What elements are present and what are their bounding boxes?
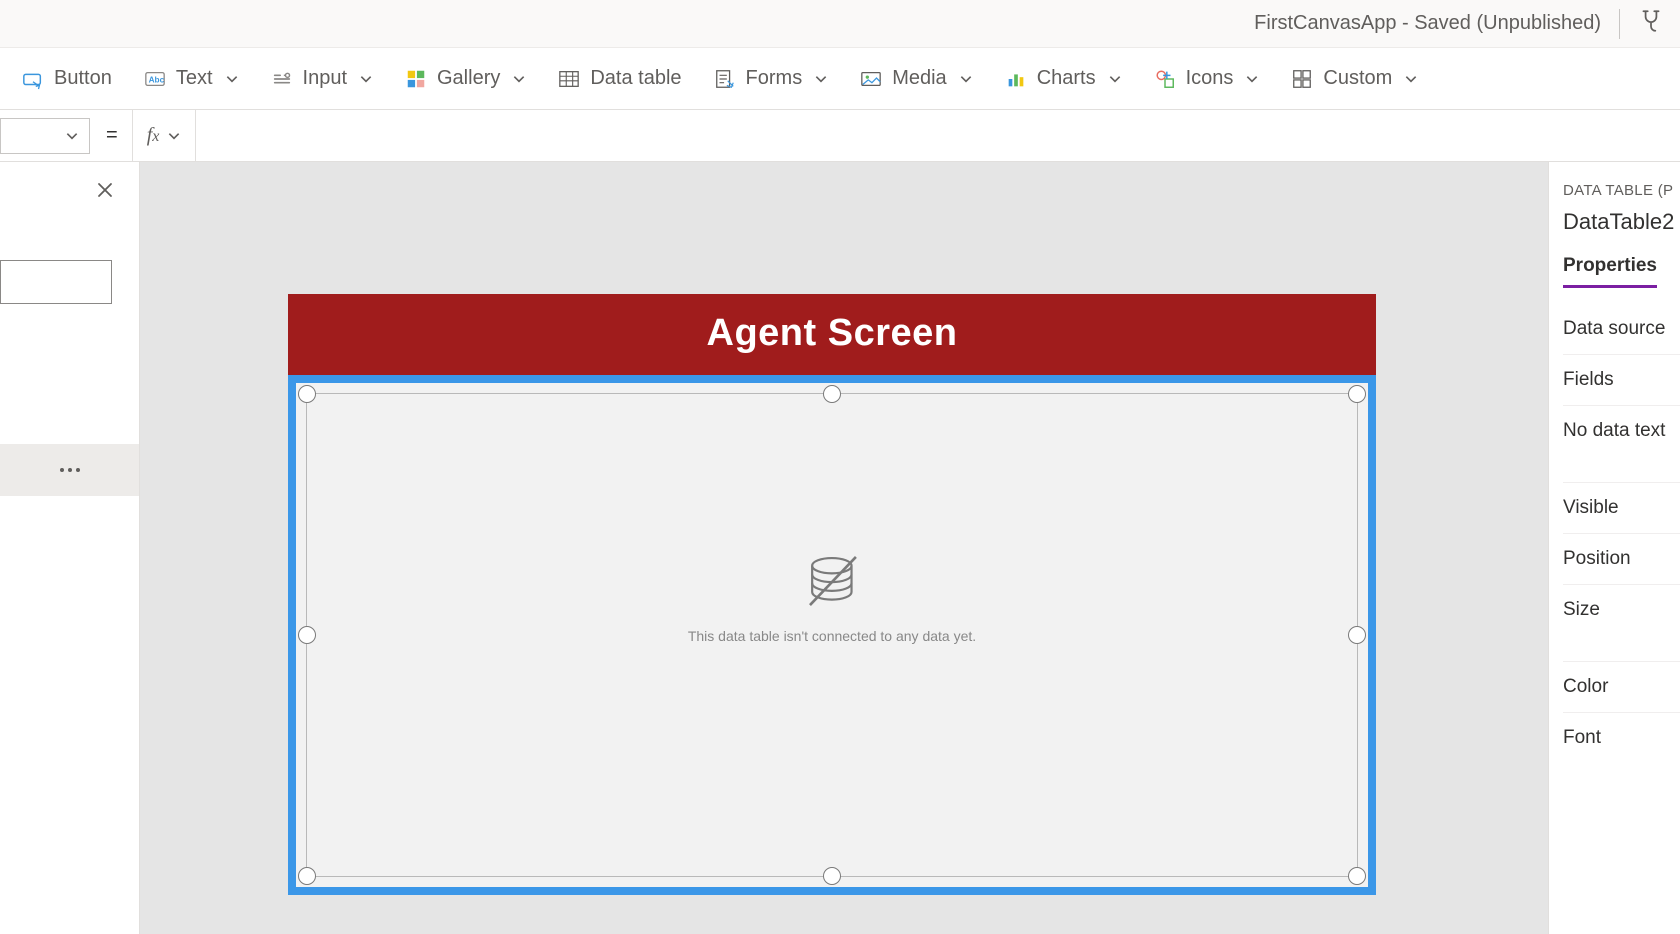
- resize-handle[interactable]: [1348, 626, 1366, 644]
- input-icon: [271, 68, 293, 90]
- screen-title-text: Agent Screen: [707, 312, 958, 354]
- resize-handle[interactable]: [298, 626, 316, 644]
- prop-position[interactable]: Position: [1563, 533, 1680, 584]
- svg-text:Abc: Abc: [148, 75, 164, 84]
- ellipsis-icon: [68, 468, 72, 472]
- prop-no-data-text[interactable]: No data text: [1563, 405, 1680, 456]
- database-empty-icon: [797, 546, 867, 616]
- tree-search-input[interactable]: [0, 260, 112, 304]
- ribbon-forms[interactable]: Forms: [700, 59, 843, 98]
- formula-bar: = fx: [0, 110, 1680, 162]
- ribbon-icons-label: Icons: [1186, 67, 1234, 90]
- formula-input[interactable]: [196, 110, 1680, 161]
- chevron-down-icon: [512, 72, 526, 86]
- chevron-down-icon: [167, 129, 181, 143]
- ribbon-icons[interactable]: Icons: [1140, 59, 1274, 98]
- custom-icon: [1291, 68, 1313, 90]
- resize-handle[interactable]: [823, 385, 841, 403]
- properties-tabs: Properties: [1563, 255, 1680, 288]
- resize-handle[interactable]: [823, 867, 841, 885]
- prop-color[interactable]: Color: [1563, 661, 1680, 712]
- prop-font[interactable]: Font: [1563, 712, 1680, 763]
- ribbon-button[interactable]: Button: [8, 59, 126, 98]
- prop-fields[interactable]: Fields: [1563, 354, 1680, 405]
- ribbon-media-label: Media: [892, 67, 946, 90]
- chevron-down-icon: [1245, 72, 1259, 86]
- ribbon-media[interactable]: Media: [846, 59, 986, 98]
- properties-section-label: DATA TABLE (P: [1563, 182, 1680, 199]
- ribbon-custom-label: Custom: [1323, 67, 1392, 90]
- chevron-down-icon: [65, 129, 79, 143]
- text-icon: Abc: [144, 68, 166, 90]
- chevron-down-icon: [1404, 72, 1418, 86]
- selected-object-name[interactable]: DataTable2: [1563, 209, 1680, 235]
- prop-data-source[interactable]: Data source: [1563, 310, 1680, 354]
- ribbon-input[interactable]: Input: [257, 59, 387, 98]
- ribbon-gallery-label: Gallery: [437, 67, 500, 90]
- ribbon-text[interactable]: Abc Text: [130, 59, 253, 98]
- ribbon-data-table[interactable]: Data table: [544, 59, 695, 98]
- data-table-empty-text: This data table isn't connected to any d…: [688, 628, 976, 644]
- resize-handle[interactable]: [298, 867, 316, 885]
- screen-frame: Agent Screen This data table isn't conne…: [288, 294, 1376, 895]
- ribbon-text-label: Text: [176, 67, 213, 90]
- fx-label: fx: [147, 124, 160, 147]
- ribbon-charts[interactable]: Charts: [991, 59, 1136, 98]
- tree-view-panel: [0, 162, 140, 934]
- canvas[interactable]: Agent Screen This data table isn't conne…: [140, 162, 1548, 934]
- prop-visible[interactable]: Visible: [1563, 482, 1680, 533]
- chevron-down-icon: [959, 72, 973, 86]
- ribbon-button-label: Button: [54, 67, 112, 90]
- screen-title-bar: Agent Screen: [288, 294, 1376, 377]
- data-table-empty-state: This data table isn't connected to any d…: [688, 546, 976, 644]
- tab-properties[interactable]: Properties: [1563, 255, 1657, 288]
- resize-handle[interactable]: [1348, 867, 1366, 885]
- properties-list: Data source Fields No data text Visible …: [1563, 310, 1680, 763]
- chevron-down-icon: [814, 72, 828, 86]
- ellipsis-icon: [76, 468, 80, 472]
- prop-size[interactable]: Size: [1563, 584, 1680, 635]
- ribbon-data-table-label: Data table: [590, 67, 681, 90]
- ribbon-forms-label: Forms: [746, 67, 803, 90]
- chevron-down-icon: [1108, 72, 1122, 86]
- ribbon-custom[interactable]: Custom: [1277, 59, 1432, 98]
- forms-icon: [714, 68, 736, 90]
- app-checker-icon[interactable]: [1638, 8, 1664, 39]
- ribbon-gallery[interactable]: Gallery: [391, 59, 540, 98]
- properties-panel: DATA TABLE (P DataTable2 Properties Data…: [1548, 162, 1680, 934]
- gallery-icon: [405, 68, 427, 90]
- property-selector[interactable]: [0, 118, 90, 154]
- close-icon[interactable]: [95, 180, 115, 205]
- title-bar: FirstCanvasApp - Saved (Unpublished): [0, 0, 1680, 48]
- app-title: FirstCanvasApp - Saved (Unpublished): [1254, 12, 1601, 35]
- data-table-control[interactable]: This data table isn't connected to any d…: [288, 375, 1376, 895]
- insert-ribbon: Button Abc Text Input Gallery Data table…: [0, 48, 1680, 110]
- chevron-down-icon: [225, 72, 239, 86]
- button-icon: [22, 68, 44, 90]
- resize-handle[interactable]: [1348, 385, 1366, 403]
- tree-selected-item[interactable]: [0, 444, 139, 496]
- workspace: Agent Screen This data table isn't conne…: [0, 162, 1680, 934]
- icons-icon: [1154, 68, 1176, 90]
- ribbon-charts-label: Charts: [1037, 67, 1096, 90]
- data-table-icon: [558, 68, 580, 90]
- ribbon-input-label: Input: [303, 67, 347, 90]
- fx-dropdown[interactable]: fx: [132, 110, 197, 161]
- equals-sign: =: [106, 124, 118, 147]
- titlebar-divider: [1619, 9, 1620, 39]
- ellipsis-icon: [60, 468, 64, 472]
- chevron-down-icon: [359, 72, 373, 86]
- media-icon: [860, 68, 882, 90]
- resize-handle[interactable]: [298, 385, 316, 403]
- charts-icon: [1005, 68, 1027, 90]
